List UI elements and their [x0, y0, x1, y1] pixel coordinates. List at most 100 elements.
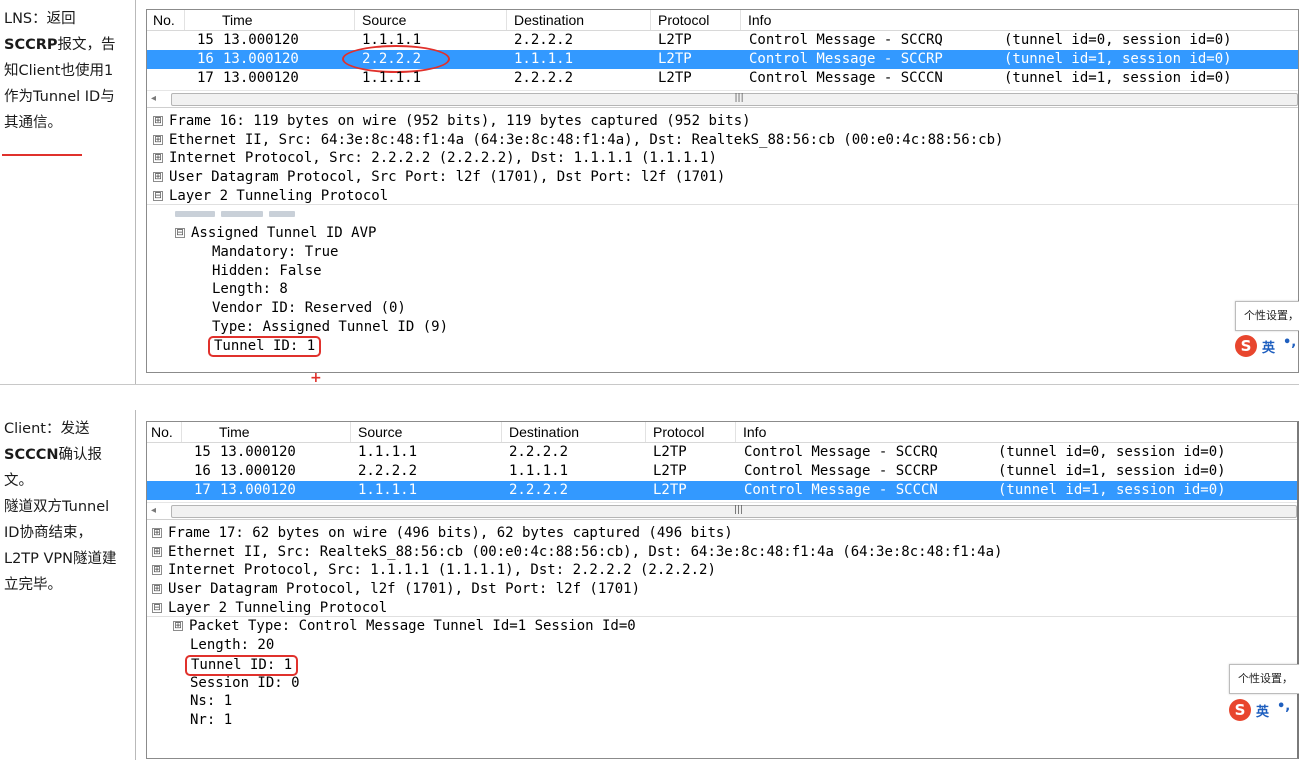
- packet-row[interactable]: 17 13.000120 1.1.1.1 2.2.2.2 L2TP Contro…: [147, 69, 1298, 88]
- scroll-left-icon[interactable]: ◂: [151, 93, 156, 104]
- column-divider[interactable]: [181, 422, 182, 442]
- expand-icon[interactable]: ⊞: [153, 153, 163, 164]
- column-header-info[interactable]: Info: [748, 12, 771, 28]
- tree-label: Frame 16: 119 bytes on wire (952 bits), …: [169, 113, 751, 129]
- packet-row-selected[interactable]: 16 13.000120 2.2.2.2 1.1.1.1 L2TP Contro…: [147, 45, 1298, 73]
- column-header-info[interactable]: Info: [743, 424, 766, 440]
- packet-row[interactable]: 16 13.000120 2.2.2.2 1.1.1.1 L2TP Contro…: [147, 462, 1297, 481]
- column-header-destination[interactable]: Destination: [514, 12, 584, 28]
- redacted-text: [175, 211, 215, 218]
- scrollbar-thumb[interactable]: |||: [171, 93, 1298, 106]
- column-divider[interactable]: [506, 10, 507, 30]
- note-line: 立完毕。: [4, 577, 62, 593]
- tree-type[interactable]: Type: Assigned Tunnel ID (9): [147, 318, 1298, 337]
- tree-frame[interactable]: ⊞ Frame 16: 119 bytes on wire (952 bits),…: [147, 112, 1298, 131]
- expand-icon[interactable]: ⊞: [152, 528, 162, 538]
- horizontal-scrollbar[interactable]: ◂ |||: [147, 502, 1297, 520]
- tree-l2tp[interactable]: ⊟ Layer 2 Tunneling Protocol: [147, 599, 1297, 618]
- column-divider[interactable]: [740, 10, 741, 30]
- packet-protocol: L2TP: [658, 32, 692, 48]
- tree-vendor[interactable]: Vendor ID: Reserved (0): [147, 299, 1298, 318]
- expand-icon[interactable]: ⊞: [153, 134, 163, 145]
- note-line: L2TP VPN隧道建: [4, 551, 117, 567]
- column-header-no[interactable]: No.: [153, 12, 175, 28]
- column-divider[interactable]: [184, 10, 185, 30]
- column-divider[interactable]: [350, 422, 351, 442]
- column-divider[interactable]: [645, 422, 646, 442]
- horizontal-scrollbar[interactable]: ◂ |||: [147, 90, 1298, 108]
- note-text: 确认报: [58, 447, 103, 463]
- packet-source: 1.1.1.1: [358, 444, 418, 460]
- note-line: ID协商结束，: [4, 525, 92, 541]
- tree-l2tp[interactable]: ⊟ Layer 2 Tunneling Protocol: [147, 187, 1298, 206]
- column-header-protocol[interactable]: Protocol: [658, 12, 709, 28]
- column-divider[interactable]: [735, 422, 736, 442]
- tree-frame[interactable]: ⊞ Frame 17: 62 bytes on wire (496 bits), …: [147, 524, 1297, 543]
- expand-icon[interactable]: ⊞: [152, 584, 162, 595]
- packet-row[interactable]: 15 13.000120 1.1.1.1 2.2.2.2 L2TP Contro…: [147, 31, 1298, 50]
- packet-info: Control Message - SCCRP: [744, 463, 938, 479]
- scroll-left-icon[interactable]: ◂: [151, 505, 156, 516]
- collapse-icon[interactable]: ⊟: [152, 602, 162, 613]
- tree-session-id[interactable]: Session ID: 0: [147, 674, 1297, 693]
- expand-icon[interactable]: ⊞: [152, 565, 162, 576]
- tree-ns[interactable]: Ns: 1: [147, 692, 1297, 711]
- scrollbar-thumb[interactable]: |||: [171, 505, 1297, 518]
- packet-no: 17: [194, 482, 211, 498]
- ime-toolbar[interactable]: S 英 •,: [1229, 698, 1299, 722]
- packet-ids: (tunnel id=1, session id=0): [1004, 70, 1232, 86]
- tree-ethernet[interactable]: ⊞ Ethernet II, Src: 64:3e:8c:48:f1:4a (64…: [147, 131, 1298, 150]
- packet-row-selected[interactable]: 17 13.000120 1.1.1.1 2.2.2.2 L2TP Contro…: [147, 481, 1297, 500]
- packet-destination: 2.2.2.2: [514, 70, 574, 86]
- column-header-source[interactable]: Source: [362, 12, 406, 28]
- grip-icon: |||: [734, 505, 744, 515]
- note-line: 文。: [4, 473, 33, 489]
- packet-no: 15: [194, 444, 211, 460]
- collapse-icon[interactable]: ⊟: [153, 190, 163, 201]
- column-header-source[interactable]: Source: [358, 424, 402, 440]
- tree-udp[interactable]: ⊞ User Datagram Protocol, l2f (1701), Dst…: [147, 580, 1297, 599]
- sogou-logo-icon[interactable]: S: [1235, 335, 1257, 357]
- packet-source: 2.2.2.2: [358, 463, 418, 479]
- tree-ethernet[interactable]: ⊞ Ethernet II, Src: RealtekS_88:56:cb (00…: [147, 543, 1297, 562]
- ime-punctuation-toggle[interactable]: •,: [1283, 335, 1296, 350]
- column-header-no[interactable]: No.: [151, 424, 173, 440]
- ime-punctuation-toggle[interactable]: •,: [1277, 699, 1290, 714]
- packet-row[interactable]: 15 13.000120 1.1.1.1 2.2.2.2 L2TP Contro…: [147, 443, 1297, 462]
- tree-avp[interactable]: ⊟ Assigned Tunnel ID AVP: [147, 224, 1298, 243]
- column-header-time[interactable]: Time: [219, 424, 250, 440]
- tree-label: Assigned Tunnel ID AVP: [191, 225, 377, 242]
- expand-icon[interactable]: ⊞: [152, 546, 162, 557]
- tree-mandatory[interactable]: Mandatory: True: [147, 243, 1298, 262]
- column-divider[interactable]: [501, 422, 502, 442]
- tree-length[interactable]: Length: 8: [147, 280, 1298, 299]
- column-header-destination[interactable]: Destination: [509, 424, 579, 440]
- tree-udp[interactable]: ⊞ User Datagram Protocol, Src Port: l2f (…: [147, 168, 1298, 187]
- tree-packet-type[interactable]: ⊞ Packet Type: Control Message Tunnel Id=…: [147, 617, 1297, 636]
- packet-protocol: L2TP: [658, 51, 692, 67]
- sogou-logo-icon[interactable]: S: [1229, 699, 1251, 721]
- expand-icon[interactable]: ⊞: [153, 172, 163, 183]
- column-header-time[interactable]: Time: [222, 12, 253, 28]
- packet-source: 2.2.2.2: [362, 51, 422, 67]
- tree-hidden[interactable]: Hidden: False: [147, 262, 1298, 281]
- grip-icon: |||: [734, 93, 744, 103]
- collapse-icon[interactable]: ⊟: [175, 228, 185, 239]
- column-divider[interactable]: [650, 10, 651, 30]
- tree-nr[interactable]: Nr: 1: [147, 711, 1297, 730]
- ime-toolbar[interactable]: S 英 •,: [1235, 334, 1299, 358]
- ime-language-toggle[interactable]: 英: [1256, 701, 1269, 720]
- packet-source: 1.1.1.1: [362, 32, 422, 48]
- expand-icon[interactable]: ⊞: [173, 621, 183, 632]
- panel-sccrp: LNS：返回 SCCRP报文，告 知Client也使用1 作为Tunnel ID…: [0, 0, 1299, 386]
- column-divider[interactable]: [354, 10, 355, 30]
- tree-label: User Datagram Protocol, l2f (1701), Dst …: [168, 581, 641, 598]
- tree-ip[interactable]: ⊞ Internet Protocol, Src: 1.1.1.1 (1.1.1.…: [147, 561, 1297, 580]
- tree-length[interactable]: Length: 20: [147, 636, 1297, 655]
- ime-language-toggle[interactable]: 英: [1262, 337, 1275, 356]
- tree-tunnel-id[interactable]: Tunnel ID: 1: [147, 654, 1297, 676]
- column-header-protocol[interactable]: Protocol: [653, 424, 704, 440]
- tree-ip[interactable]: ⊞ Internet Protocol, Src: 2.2.2.2 (2.2.2.…: [147, 149, 1298, 168]
- expand-icon[interactable]: ⊞: [153, 116, 163, 126]
- tree-tunnel-id[interactable]: Tunnel ID: 1: [147, 336, 1298, 358]
